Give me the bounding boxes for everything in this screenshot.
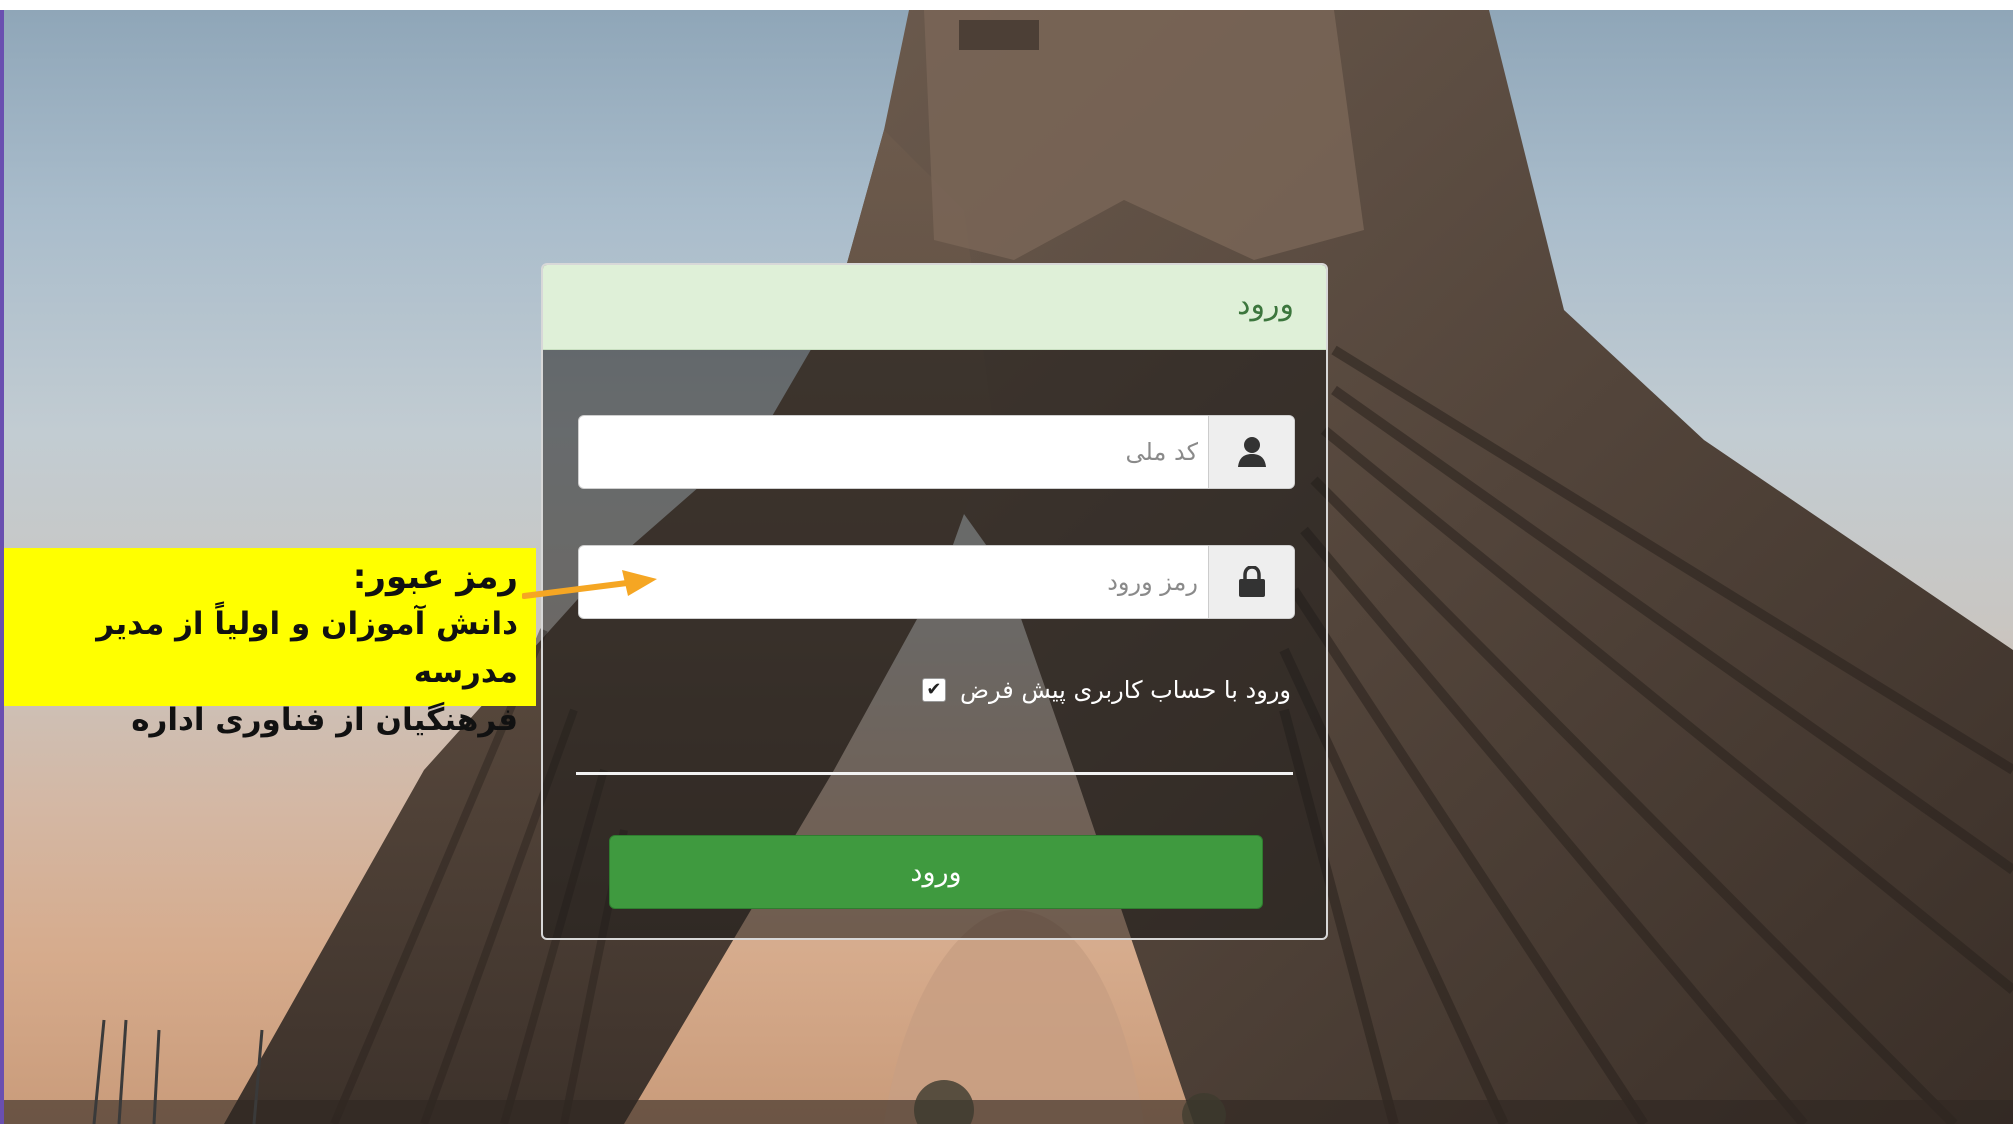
callout-line-teachers: فرهنگیان از فناوری اداره — [131, 702, 518, 738]
user-addon — [1208, 416, 1294, 488]
password-hint-callout: رمز عبور: دانش آموزان و اولیاً از مدیر م… — [4, 548, 536, 738]
callout-line-students: دانش آموزان و اولیاً از مدیر مدرسه — [96, 606, 518, 690]
password-input[interactable] — [579, 546, 1210, 618]
login-page: ورود ✔ ورود با حس — [0, 0, 2013, 1124]
lock-addon — [1208, 546, 1294, 618]
panel-header: ورود — [543, 265, 1326, 350]
check-icon: ✔ — [926, 679, 942, 700]
divider — [576, 772, 1293, 775]
panel-title: ورود — [1237, 287, 1294, 322]
login-submit-button[interactable]: ورود — [609, 835, 1263, 909]
national-code-input[interactable] — [579, 416, 1210, 488]
callout-arrow-icon — [522, 570, 657, 599]
remember-checkbox[interactable]: ✔ — [921, 678, 946, 702]
user-icon — [1237, 437, 1266, 467]
callout-heading: رمز عبور: — [352, 557, 518, 597]
national-code-field — [578, 415, 1295, 489]
remember-default-account[interactable]: ✔ ورود با حساب کاربری پیش فرض — [921, 670, 1291, 710]
remember-label: ورود با حساب کاربری پیش فرض — [959, 676, 1291, 704]
password-field — [578, 545, 1295, 619]
lock-icon — [1238, 566, 1265, 597]
